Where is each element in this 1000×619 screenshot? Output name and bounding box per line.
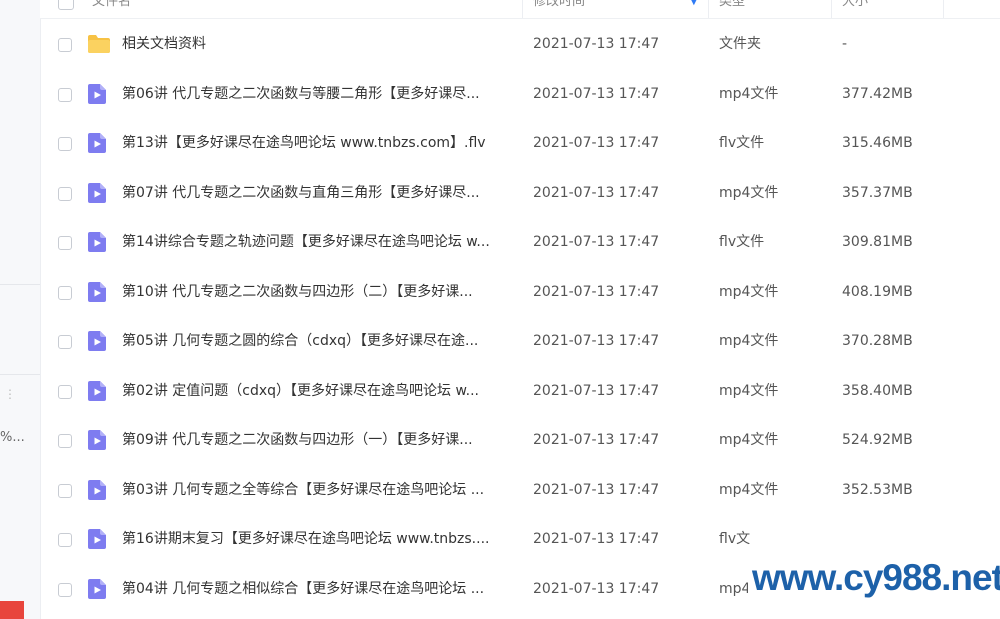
row-checkbox[interactable] bbox=[58, 483, 72, 498]
file-name[interactable]: 第02讲 定值问题（cdxq）【更多好课尽在途鸟吧论坛 w... bbox=[122, 367, 517, 417]
modified-time: 2021-07-13 17:47 bbox=[533, 432, 660, 448]
modified-time: 2021-07-13 17:47 bbox=[533, 135, 660, 151]
row-checkbox[interactable] bbox=[58, 533, 72, 547]
video-file-icon bbox=[87, 380, 109, 402]
sidebar-divider bbox=[0, 374, 40, 375]
file-name[interactable]: 相关文档资料 bbox=[122, 20, 517, 70]
file-name[interactable]: 第05讲 几何专题之圆的综合（cdxq）【更多好课尽在途... bbox=[122, 317, 517, 367]
file-size: 408.19MB bbox=[842, 283, 913, 300]
modified-time: 2021-07-13 17:47 bbox=[533, 85, 660, 102]
file-list-header: 文件名 修改时间 ▼ 类型 大小 bbox=[40, 0, 1000, 19]
row-checkbox[interactable] bbox=[58, 434, 72, 448]
row-checkbox[interactable] bbox=[58, 384, 72, 399]
file-name[interactable]: 第14讲综合专题之轨迹问题【更多好课尽在途鸟吧论坛 w... bbox=[122, 218, 517, 268]
file-name[interactable]: 第03讲 几何专题之全等综合【更多好课尽在途鸟吧论坛 ... bbox=[122, 466, 517, 516]
video-file-icon bbox=[87, 429, 109, 451]
video-file-icon bbox=[87, 182, 109, 204]
file-row[interactable]: 第07讲 代几专题之二次函数与直角三角形【更多好课尽... 2021-07-13 … bbox=[40, 169, 1000, 219]
file-type: mp4 bbox=[719, 580, 751, 597]
modified-time: 2021-07-13 17:47 bbox=[533, 184, 660, 201]
file-type: flv文件 bbox=[719, 135, 765, 151]
column-header-size[interactable]: 大小 bbox=[842, 0, 868, 18]
modified-time: 2021-07-13 17:47 bbox=[533, 580, 660, 597]
file-type: mp4文件 bbox=[719, 85, 779, 102]
more-dots-icon[interactable]: ⋮ bbox=[4, 388, 16, 400]
video-file-icon bbox=[87, 83, 109, 105]
file-size: 358.40MB bbox=[842, 382, 913, 399]
file-name[interactable]: 第04讲 几何专题之相似综合【更多好课尽在途鸟吧论坛 ... bbox=[122, 565, 517, 615]
file-name[interactable]: 第10讲 代几专题之二次函数与四边形（二）【更多好课... bbox=[122, 268, 517, 318]
file-size: 309.81MB bbox=[842, 234, 913, 250]
video-file-icon bbox=[87, 479, 109, 501]
file-type: 文件夹 bbox=[719, 36, 761, 52]
row-checkbox[interactable] bbox=[58, 582, 72, 597]
file-type: flv文 bbox=[719, 531, 751, 547]
column-header-type[interactable]: 类型 bbox=[719, 0, 745, 18]
modified-time: 2021-07-13 17:47 bbox=[533, 36, 660, 52]
file-size: - bbox=[842, 36, 848, 52]
left-sidebar: ⋮ %... bbox=[0, 0, 41, 619]
sidebar-truncated-label: %... bbox=[0, 430, 25, 445]
file-size: 352.53MB bbox=[842, 481, 913, 498]
column-divider[interactable] bbox=[708, 0, 709, 18]
file-name[interactable]: 第07讲 代几专题之二次函数与直角三角形【更多好课尽... bbox=[122, 169, 517, 219]
row-checkbox[interactable] bbox=[58, 285, 72, 300]
file-row[interactable]: 第06讲 代几专题之二次函数与等腰二角形【更多好课尽... 2021-07-13 … bbox=[40, 70, 1000, 120]
row-checkbox[interactable] bbox=[58, 137, 72, 151]
file-name[interactable]: 第09讲 代几专题之二次函数与四边形（一）【更多好课... bbox=[122, 416, 517, 466]
file-type: mp4文件 bbox=[719, 184, 779, 201]
file-size: 524.92MB bbox=[842, 432, 913, 448]
video-file-icon bbox=[87, 528, 109, 550]
file-type: flv文件 bbox=[719, 234, 765, 250]
file-type: mp4文件 bbox=[719, 481, 779, 498]
file-name[interactable]: 第16讲期末复习【更多好课尽在途鸟吧论坛 www.tnbzs.... bbox=[122, 515, 517, 565]
row-checkbox[interactable] bbox=[58, 87, 72, 102]
row-checkbox[interactable] bbox=[58, 236, 72, 250]
modified-time: 2021-07-13 17:47 bbox=[533, 531, 660, 547]
column-header-modified[interactable]: 修改时间 bbox=[533, 0, 585, 18]
file-type: mp4文件 bbox=[719, 283, 779, 300]
file-size: 357.37MB bbox=[842, 184, 913, 201]
row-checkbox[interactable] bbox=[58, 335, 72, 349]
file-type: mp4文件 bbox=[719, 333, 779, 349]
column-divider[interactable] bbox=[831, 0, 832, 18]
file-row[interactable]: 第02讲 定值问题（cdxq）【更多好课尽在途鸟吧论坛 w... 2021-07-… bbox=[40, 367, 1000, 417]
file-row[interactable]: 第09讲 代几专题之二次函数与四边形（一）【更多好课... 2021-07-13 … bbox=[40, 416, 1000, 466]
column-header-name[interactable]: 文件名 bbox=[92, 0, 131, 18]
file-size: 315.46MB bbox=[842, 135, 913, 151]
sidebar-red-badge bbox=[0, 601, 24, 619]
row-checkbox[interactable] bbox=[58, 186, 72, 201]
watermark-text: www.cy988.net bbox=[752, 557, 1000, 598]
modified-time: 2021-07-13 17:47 bbox=[533, 283, 660, 300]
video-file-icon bbox=[87, 231, 109, 253]
modified-time: 2021-07-13 17:47 bbox=[533, 234, 660, 250]
column-divider[interactable] bbox=[943, 0, 944, 18]
video-file-icon bbox=[87, 132, 109, 154]
sort-desc-icon[interactable]: ▼ bbox=[690, 0, 698, 7]
file-name[interactable]: 第13讲【更多好课尽在途鸟吧论坛 www.tnbzs.com】.flv bbox=[122, 119, 517, 169]
modified-time: 2021-07-13 17:47 bbox=[533, 481, 660, 498]
column-divider[interactable] bbox=[522, 0, 523, 18]
file-row[interactable]: 相关文档资料 2021-07-13 17:47 文件夹 - bbox=[40, 20, 1000, 70]
sidebar-divider bbox=[0, 284, 40, 285]
video-file-icon bbox=[87, 281, 109, 303]
file-list: 文件名 修改时间 ▼ 类型 大小 相关文档资料 2021-07-13 17:47 文… bbox=[40, 0, 1000, 619]
file-row[interactable]: 第10讲 代几专题之二次函数与四边形（二）【更多好课... 2021-07-13 … bbox=[40, 268, 1000, 318]
modified-time: 2021-07-13 17:47 bbox=[533, 333, 660, 349]
video-file-icon bbox=[87, 578, 109, 600]
select-all-checkbox[interactable] bbox=[58, 0, 74, 10]
row-checkbox[interactable] bbox=[58, 38, 72, 52]
file-size: 377.42MB bbox=[842, 85, 913, 102]
file-row[interactable]: 第03讲 几何专题之全等综合【更多好课尽在途鸟吧论坛 ... 2021-07-13… bbox=[40, 466, 1000, 516]
file-row[interactable]: 第05讲 几何专题之圆的综合（cdxq）【更多好课尽在途... 2021-07-1… bbox=[40, 317, 1000, 367]
video-file-icon bbox=[87, 330, 109, 352]
file-type: mp4文件 bbox=[719, 432, 779, 448]
file-type: mp4文件 bbox=[719, 382, 779, 399]
folder-icon bbox=[87, 33, 110, 55]
file-row[interactable]: 第14讲综合专题之轨迹问题【更多好课尽在途鸟吧论坛 w... 2021-07-13… bbox=[40, 218, 1000, 268]
file-size: 370.28MB bbox=[842, 333, 913, 349]
file-name[interactable]: 第06讲 代几专题之二次函数与等腰二角形【更多好课尽... bbox=[122, 70, 517, 120]
file-row[interactable]: 第13讲【更多好课尽在途鸟吧论坛 www.tnbzs.com】.flv 2021-… bbox=[40, 119, 1000, 169]
modified-time: 2021-07-13 17:47 bbox=[533, 382, 660, 399]
